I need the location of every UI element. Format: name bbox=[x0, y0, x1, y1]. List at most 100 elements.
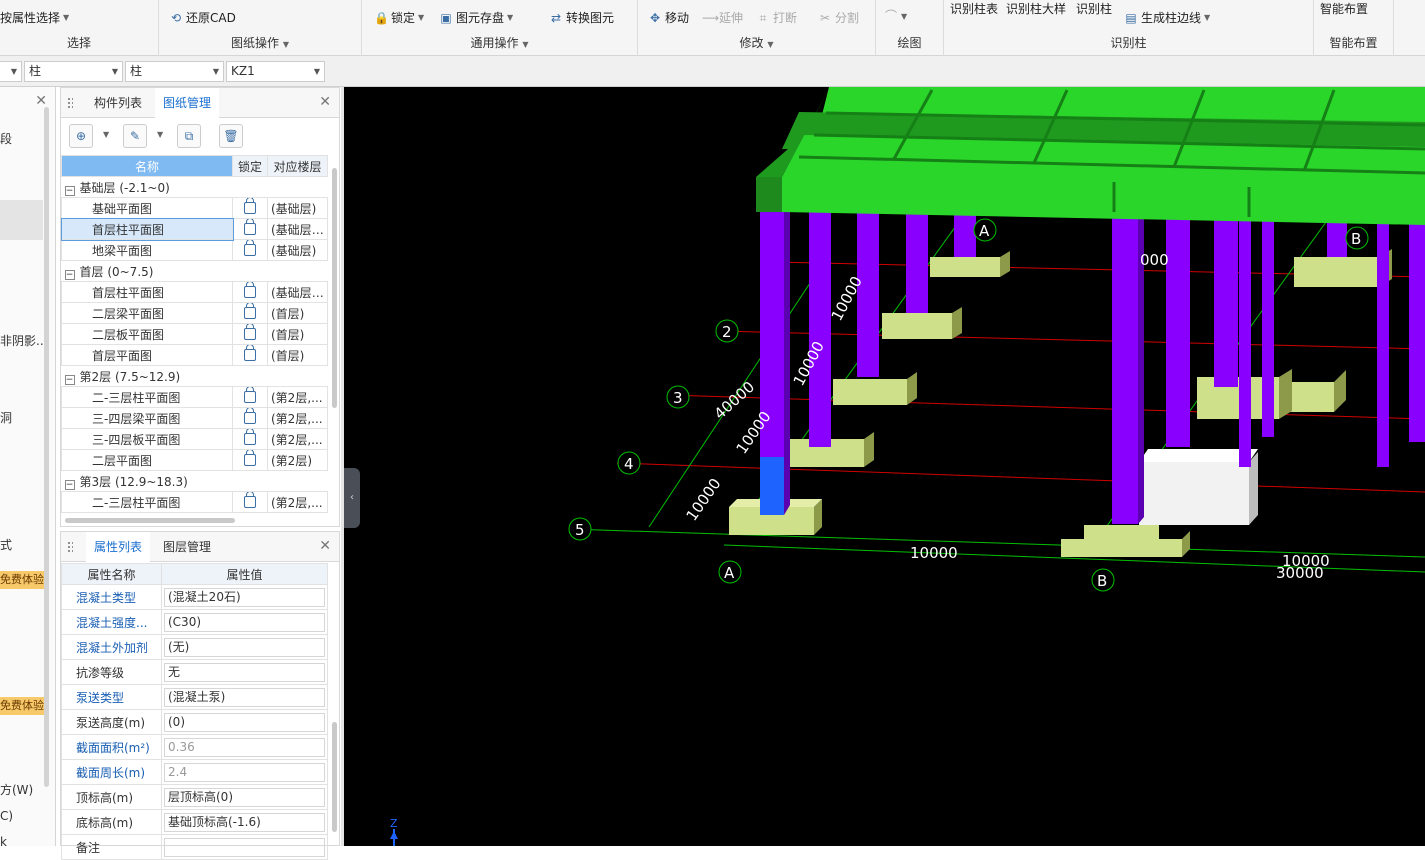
drawing-floor[interactable]: (首层) bbox=[267, 344, 328, 366]
drawing-group-row[interactable]: − 首层 (0~7.5) bbox=[61, 260, 328, 282]
lock-icon[interactable] bbox=[244, 429, 256, 445]
save-element-button[interactable]: ▣ 图元存盘 ▼ bbox=[439, 9, 513, 26]
property-value-field[interactable]: 2.4 bbox=[164, 762, 325, 782]
3d-viewport[interactable]: 2 3 4 5 A B A B 10000 10000 40000 10000 … bbox=[344, 87, 1425, 846]
nav-text[interactable]: k bbox=[0, 835, 7, 846]
ribbon-group-label[interactable]: 通用操作 ▼ bbox=[362, 34, 637, 51]
close-icon[interactable]: ✕ bbox=[319, 538, 331, 554]
drawing-floor[interactable]: (第2层) bbox=[267, 449, 328, 471]
nav-text[interactable]: 方(W) bbox=[0, 781, 33, 798]
drag-handle-icon[interactable] bbox=[67, 541, 73, 553]
property-value-field[interactable]: (0) bbox=[164, 712, 325, 732]
lock-icon[interactable] bbox=[244, 282, 256, 298]
scrollbar[interactable] bbox=[332, 722, 337, 832]
drawing-floor[interactable]: (第2层,... bbox=[267, 407, 328, 429]
drawing-name[interactable]: 基础平面图 bbox=[61, 197, 233, 219]
lock-cell[interactable] bbox=[232, 386, 268, 408]
chevron-down-icon[interactable]: ▼ bbox=[103, 130, 109, 139]
property-row[interactable]: 抗渗等级无 bbox=[61, 659, 328, 685]
lock-cell[interactable] bbox=[232, 218, 268, 240]
property-row[interactable]: 混凝土类型 (混凝土20石) bbox=[61, 584, 328, 610]
property-value-field[interactable]: 基础顶标高(-1.6) bbox=[164, 812, 325, 832]
property-row[interactable]: 混凝土外加剂 (无) bbox=[61, 634, 328, 660]
lock-cell[interactable] bbox=[232, 449, 268, 471]
column-header-lock[interactable]: 锁定 bbox=[232, 155, 268, 177]
drawing-name[interactable]: 二-三层柱平面图 bbox=[61, 491, 233, 513]
drawing-floor[interactable]: (首层) bbox=[267, 323, 328, 345]
drawing-row[interactable]: 三-四层梁平面图 (第2层,... bbox=[61, 407, 328, 429]
column-header-floor[interactable]: 对应楼层 bbox=[267, 155, 328, 177]
tab-component-list[interactable]: 构件列表 bbox=[86, 88, 150, 118]
property-value-field[interactable]: 层顶标高(0) bbox=[164, 787, 325, 807]
drawing-row[interactable]: 基础平面图 (基础层) bbox=[61, 197, 328, 219]
type-select[interactable]: 柱 ▼ bbox=[125, 61, 224, 82]
lock-cell[interactable] bbox=[232, 407, 268, 429]
property-row[interactable]: 截面面积(m²) 0.36 bbox=[61, 734, 328, 760]
tab-property-list[interactable]: 属性列表 bbox=[86, 532, 151, 562]
property-value-field[interactable] bbox=[164, 837, 325, 857]
nav-text[interactable]: 段 bbox=[0, 130, 12, 147]
3d-model-canvas[interactable]: 2 3 4 5 A B A B 10000 10000 40000 10000 … bbox=[344, 87, 1425, 846]
component-select[interactable]: KZ1 ▼ bbox=[226, 61, 325, 82]
property-value-field[interactable]: (混凝土泵) bbox=[164, 687, 325, 707]
scrollbar[interactable] bbox=[44, 107, 49, 787]
nav-text[interactable]: 非阴影... bbox=[0, 332, 47, 349]
add-drawing-button[interactable]: ⊕ bbox=[69, 124, 93, 148]
drawing-name[interactable]: 三-四层梁平面图 bbox=[61, 407, 233, 429]
tab-drawing-management[interactable]: 图纸管理 bbox=[155, 88, 220, 118]
horizontal-scrollbar[interactable] bbox=[65, 518, 235, 523]
convert-element-button[interactable]: ⇄ 转换图元 bbox=[549, 9, 614, 26]
lock-cell[interactable] bbox=[232, 197, 268, 219]
drawing-name[interactable]: 二层平面图 bbox=[61, 449, 233, 471]
group-name[interactable]: − 第2层 (7.5~12.9) bbox=[61, 365, 328, 387]
collapse-icon[interactable]: − bbox=[64, 185, 75, 196]
collapse-icon[interactable]: − bbox=[64, 374, 75, 385]
property-value-field[interactable]: (C30) bbox=[164, 612, 325, 632]
nav-selected-item[interactable] bbox=[0, 200, 43, 240]
nav-text[interactable]: C) bbox=[0, 809, 13, 823]
drawing-group-row[interactable]: − 第3层 (12.9~18.3) bbox=[61, 470, 328, 492]
drawing-floor[interactable]: (首层) bbox=[267, 302, 328, 324]
identify-column-detail-button[interactable]: 识别柱大样 bbox=[1006, 0, 1066, 17]
lock-icon[interactable] bbox=[244, 240, 256, 256]
select-by-property-button[interactable]: 按属性选择 ▼ bbox=[0, 9, 69, 26]
lock-icon[interactable] bbox=[244, 450, 256, 466]
lock-cell[interactable] bbox=[232, 491, 268, 513]
identify-column-button[interactable]: 识别柱 bbox=[1076, 0, 1112, 17]
drawing-name[interactable]: 首层柱平面图 bbox=[61, 281, 233, 303]
drawing-name[interactable]: 二层梁平面图 bbox=[61, 302, 233, 324]
generate-column-edge-button[interactable]: ▤ 生成柱边线 ▼ bbox=[1124, 9, 1210, 26]
lock-cell[interactable] bbox=[232, 239, 268, 261]
drawing-row[interactable]: 二-三层柱平面图 (第2层,... bbox=[61, 491, 328, 513]
drawing-name[interactable]: 地梁平面图 bbox=[61, 239, 233, 261]
drawing-group-row[interactable]: − 第2层 (7.5~12.9) bbox=[61, 365, 328, 387]
drawing-floor[interactable]: (第2层,... bbox=[267, 386, 328, 408]
lock-icon[interactable] bbox=[244, 492, 256, 508]
copy-drawing-button[interactable]: ⧉ bbox=[177, 124, 201, 148]
property-row[interactable]: 混凝土强度... (C30) bbox=[61, 609, 328, 635]
delete-drawing-button[interactable]: 🗑 bbox=[219, 124, 243, 148]
lock-icon[interactable] bbox=[244, 303, 256, 319]
extend-button[interactable]: ⟶ 延伸 bbox=[702, 9, 743, 26]
lock-cell[interactable] bbox=[232, 281, 268, 303]
property-row[interactable]: 底标高(m) 基础顶标高(-1.6) bbox=[61, 809, 328, 835]
drawing-floor[interactable]: (基础层) bbox=[267, 197, 328, 219]
collapse-icon[interactable]: − bbox=[64, 479, 75, 490]
lock-icon[interactable] bbox=[244, 408, 256, 424]
ribbon-group-label[interactable]: 图纸操作 ▼ bbox=[159, 34, 361, 51]
drawing-floor[interactable]: (基础层,... bbox=[267, 281, 328, 303]
drawing-row[interactable]: 二层平面图 (第2层) bbox=[61, 449, 328, 471]
lock-icon[interactable] bbox=[244, 387, 256, 403]
group-name[interactable]: − 首层 (0~7.5) bbox=[61, 260, 328, 282]
drawing-row[interactable]: 首层平面图 (首层) bbox=[61, 344, 328, 366]
drawing-name[interactable]: 二层板平面图 bbox=[61, 323, 233, 345]
property-value-field[interactable]: (无) bbox=[164, 637, 325, 657]
arc-draw-button[interactable]: ⌒ ▼ bbox=[884, 9, 907, 23]
property-value-field[interactable]: (混凝土20石) bbox=[164, 587, 325, 607]
drawing-name[interactable]: 首层平面图 bbox=[61, 344, 233, 366]
collapse-icon[interactable]: − bbox=[64, 269, 75, 280]
drawing-row[interactable]: 二层板平面图 (首层) bbox=[61, 323, 328, 345]
free-trial-badge[interactable]: 免费体验 bbox=[0, 571, 44, 589]
category-select[interactable]: 柱 ▼ bbox=[24, 61, 123, 82]
restore-cad-button[interactable]: ⟲ 还原CAD bbox=[169, 9, 236, 26]
